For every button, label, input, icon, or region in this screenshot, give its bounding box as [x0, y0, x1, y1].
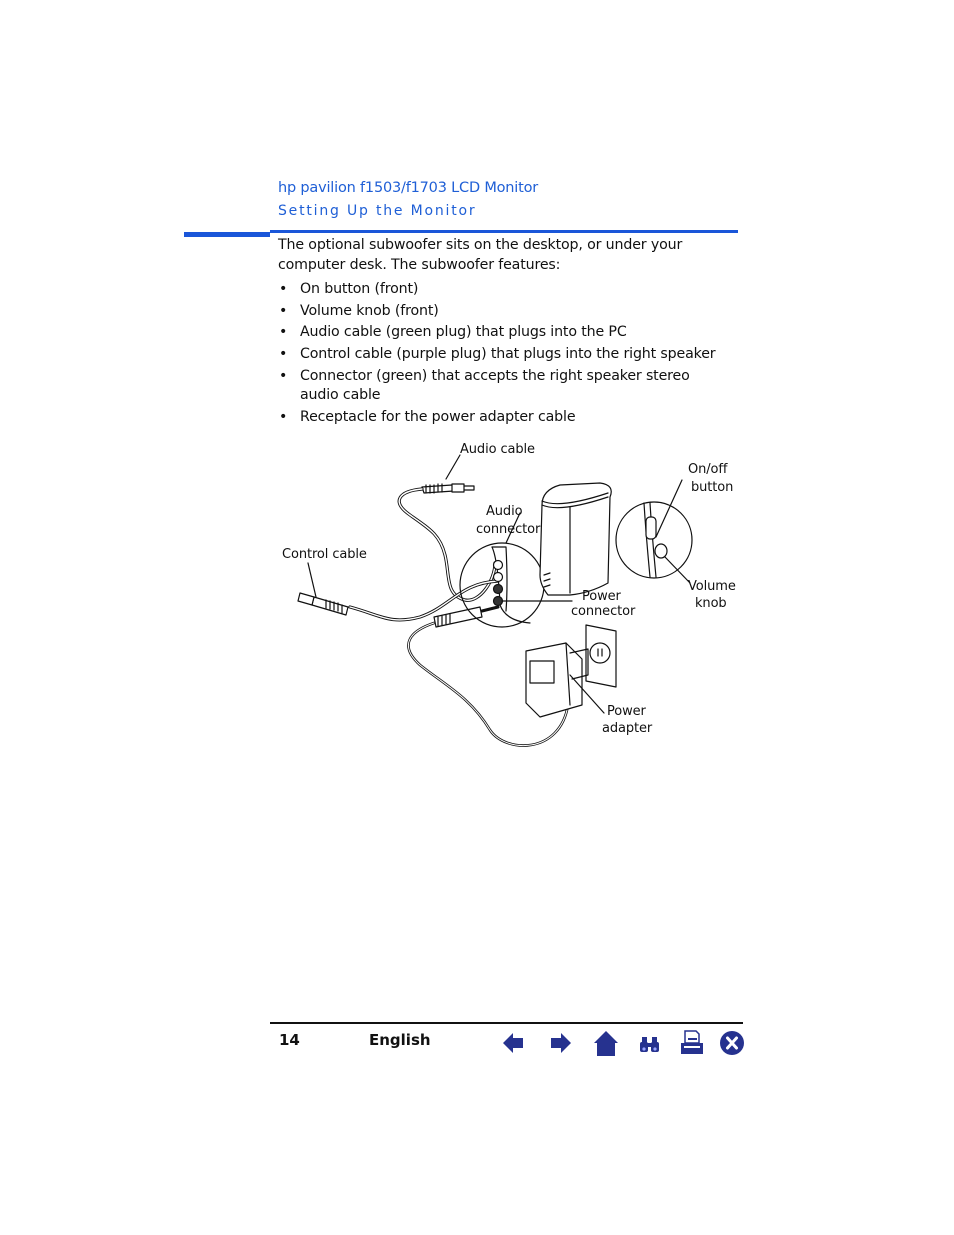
bullet: • — [279, 367, 288, 384]
list-item: • Receptacle for the power adapter cable — [278, 408, 748, 427]
bullet: • — [279, 346, 288, 363]
document-title: hp pavilion f1503/f1703 LCD Monitor — [278, 180, 539, 196]
footer-divider — [270, 1022, 743, 1024]
page-number: 14 — [279, 1031, 300, 1049]
list-item: • Control cable (purple plug) that plugs … — [278, 345, 748, 364]
print-button[interactable] — [678, 1029, 706, 1057]
section-title: Setting Up the Monitor — [278, 203, 477, 219]
language-label: English — [369, 1031, 431, 1049]
close-button[interactable] — [718, 1029, 746, 1057]
subwoofer-body — [539, 482, 612, 596]
wall-socket — [585, 624, 617, 688]
label-audio-connector-line2: connector — [476, 522, 541, 537]
printer-icon — [681, 1030, 703, 1054]
label-audio-connector-line1: Audio — [486, 504, 523, 519]
label-volume-line2: knob — [695, 596, 727, 611]
close-icon — [720, 1031, 744, 1055]
bullet: • — [279, 324, 288, 341]
power-cable-plug — [433, 605, 500, 628]
previous-page-button[interactable] — [500, 1029, 528, 1057]
control-cable-plug — [297, 562, 349, 616]
next-page-button[interactable] — [546, 1029, 574, 1057]
list-item: • Audio cable (green plug) that plugs int… — [278, 323, 748, 342]
label-onoff-line2: button — [691, 480, 734, 495]
label-control-cable: Control cable — [282, 547, 367, 562]
audio-cable-plug — [421, 454, 475, 494]
subwoofer-illustration: Audio cable Audio connector Control cabl… — [270, 435, 750, 755]
list-item: • Volume knob (front) — [278, 302, 748, 321]
list-item: • Connector (green) that accepts the righ… — [279, 367, 690, 404]
arrow-right-icon — [551, 1033, 571, 1053]
subwoofer-diagram — [297, 454, 693, 747]
body-text: The optional subwoofer sits on the deskt… — [278, 236, 748, 429]
feature-list: • On button (front) • Volume knob (front) … — [278, 280, 748, 427]
header-accent-tab — [184, 232, 270, 237]
header-divider — [270, 230, 738, 233]
label-onoff-line1: On/off — [688, 462, 728, 477]
binoculars-icon — [640, 1037, 659, 1052]
intro-paragraph: The optional subwoofer sits on the deskt… — [278, 237, 683, 273]
bullet: • — [279, 408, 288, 425]
label-power-adapter-line2: adapter — [602, 721, 653, 736]
arrow-left-icon — [503, 1033, 523, 1053]
label-volume-line1: Volume — [688, 579, 736, 594]
bullet: • — [279, 281, 288, 297]
list-item: • On button (front) — [278, 280, 748, 299]
home-icon — [594, 1031, 618, 1056]
bullet: • — [279, 302, 288, 319]
label-audio-cable: Audio cable — [460, 442, 535, 457]
label-power-connector-line2: connector — [571, 604, 636, 619]
label-power-adapter-line1: Power — [607, 704, 646, 719]
home-button[interactable] — [592, 1029, 620, 1057]
search-button[interactable] — [636, 1029, 664, 1057]
